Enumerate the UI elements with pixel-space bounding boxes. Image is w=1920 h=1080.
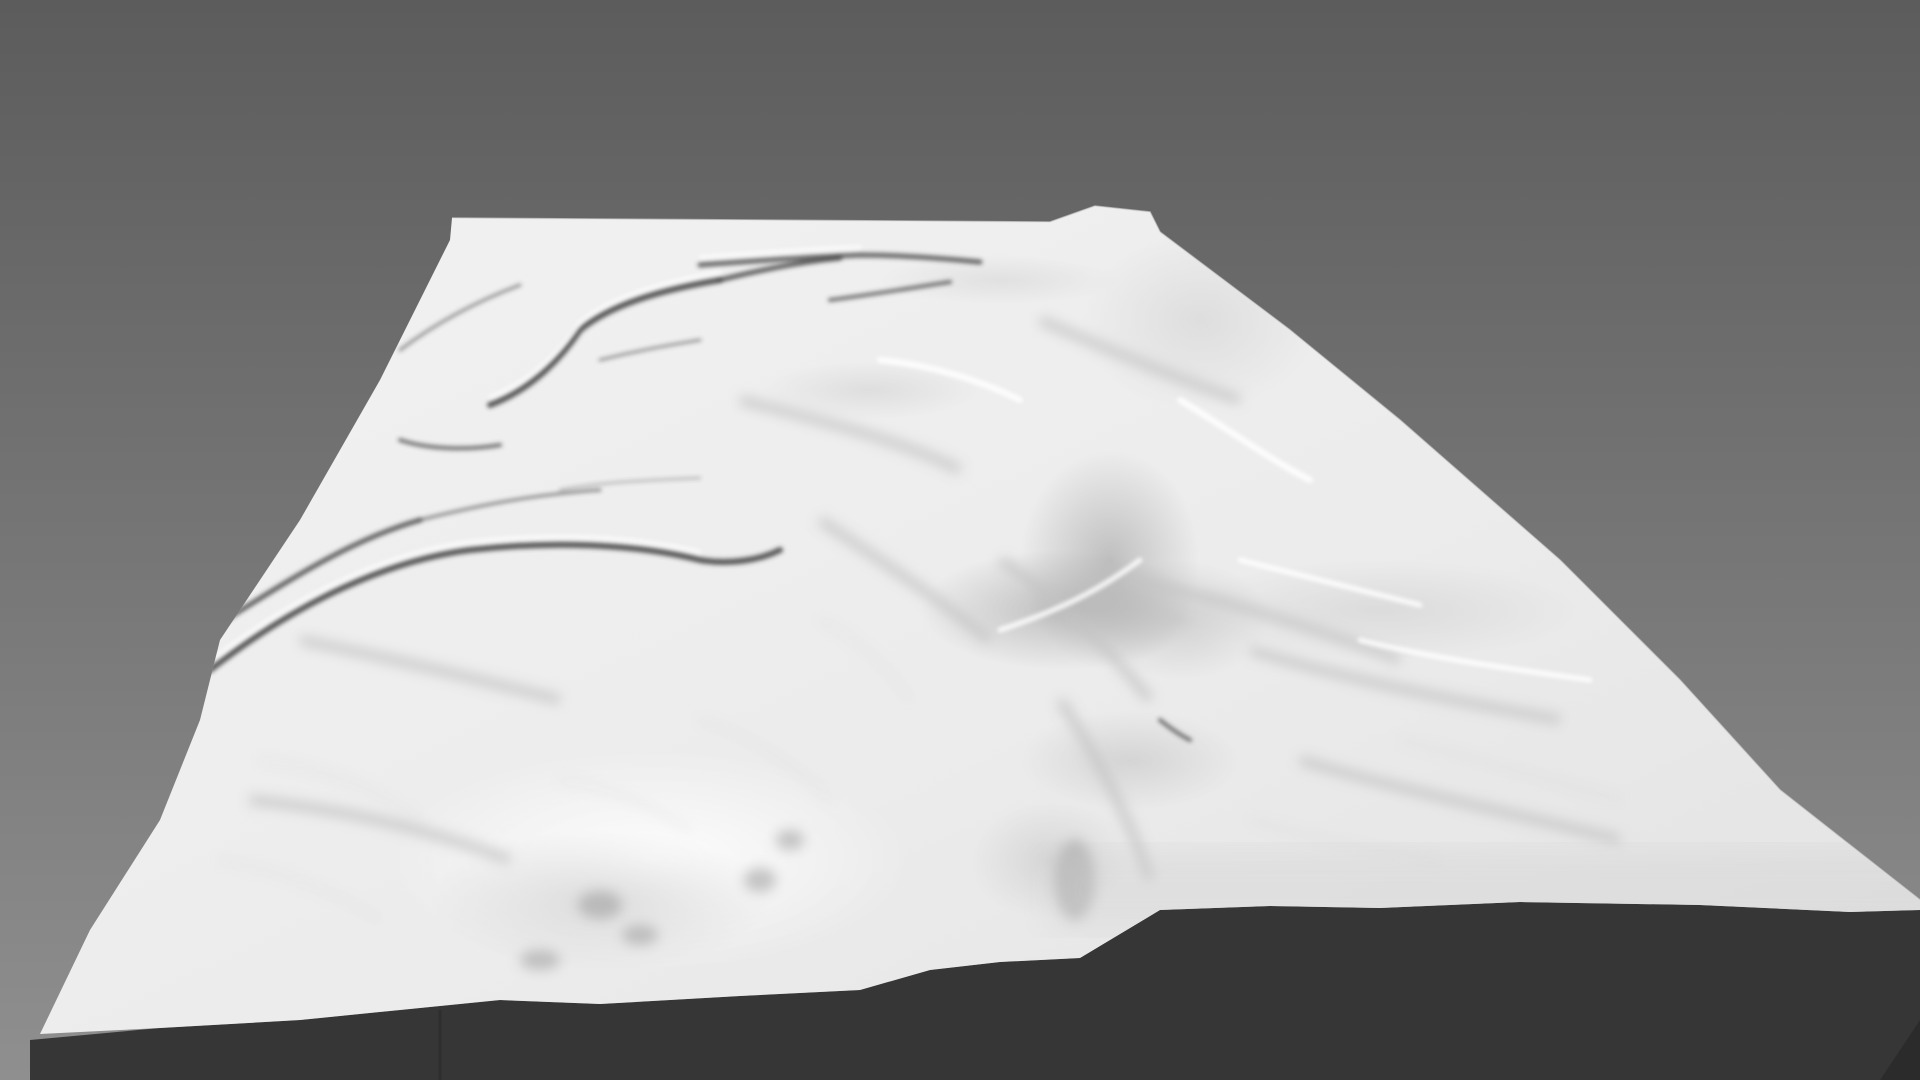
terrain-scene bbox=[0, 0, 1920, 1080]
3d-viewport[interactable] bbox=[0, 0, 1920, 1080]
